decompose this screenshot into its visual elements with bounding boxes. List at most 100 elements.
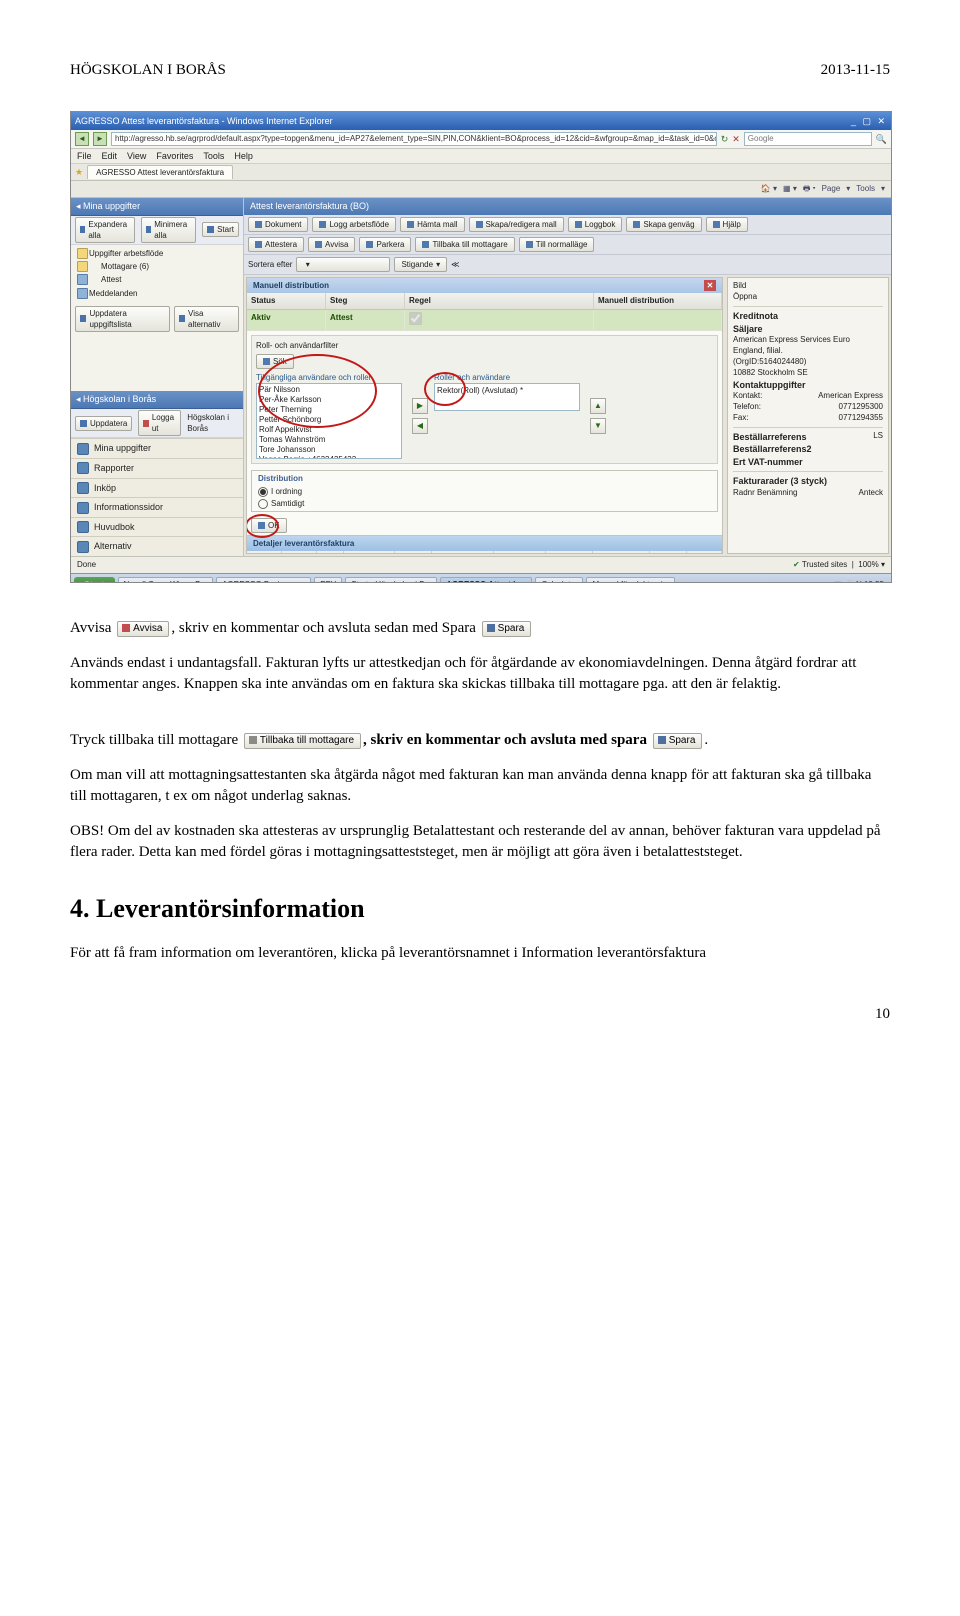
body-paragraph: Om man vill att mottagningsattestanten s…: [70, 765, 890, 807]
radio-ordning[interactable]: [258, 487, 268, 497]
taskbar-item[interactable]: EFH: [314, 577, 342, 583]
tree-item[interactable]: Uppgifter arbetsflöde: [75, 247, 239, 260]
main-area: Attest leverantörsfaktura (BO) Dokument …: [244, 198, 891, 556]
show-options-button[interactable]: Visa alternativ: [174, 306, 239, 332]
taskbar-item[interactable]: Calculator: [535, 577, 583, 583]
open-image-link[interactable]: Öppna: [733, 292, 883, 303]
move-right-icon[interactable]: ▶: [412, 398, 428, 414]
radio-samtidigt[interactable]: [258, 499, 268, 509]
tray-n-icon[interactable]: N: [856, 580, 862, 583]
tb-hamta-mall[interactable]: Hämta mall: [400, 217, 464, 232]
home-icon[interactable]: 🏠 ▾: [761, 183, 777, 194]
tb-normallage[interactable]: Till normalläge: [519, 237, 595, 252]
sidebar-toolbar-tasks: Expandera alla Minimera alla Start: [71, 216, 243, 245]
taskbar-item[interactable]: Start - Högskolan i B...: [345, 577, 437, 583]
kreditnota-label: Kreditnota: [733, 311, 778, 321]
main-header: Attest leverantörsfaktura (BO): [244, 198, 891, 215]
status-zoom[interactable]: 100%: [858, 560, 878, 569]
tb-skapa-mall[interactable]: Skapa/redigera mall: [469, 217, 564, 232]
close-icon[interactable]: ✕: [704, 280, 716, 291]
details-header-row: Mapp Moms VT Status Valuta Valutabelopp …: [247, 551, 722, 554]
feed-icon[interactable]: ▦ ▾: [783, 183, 797, 194]
ok-button[interactable]: OK: [251, 518, 287, 533]
main-toolbar-2: Attestera Avvisa Parkera Tillbaka till m…: [244, 235, 891, 255]
available-users-list[interactable]: Pär Nilsson Per-Åke Karlsson Peter Thern…: [256, 383, 402, 459]
doc-university: HÖGSKOLAN I BORÅS: [70, 60, 226, 81]
tb-avvisa[interactable]: Avvisa: [308, 237, 355, 252]
logout-button[interactable]: Logga ut: [138, 410, 181, 436]
menu-tools[interactable]: Tools: [203, 150, 224, 163]
taskbar-item[interactable]: Novell GroupWise - B...: [118, 577, 214, 583]
menu-edit[interactable]: Edit: [102, 150, 118, 163]
start-button-win[interactable]: Start: [74, 577, 115, 583]
tree-item[interactable]: Meddelanden: [75, 287, 239, 300]
tb-genvag[interactable]: Skapa genväg: [626, 217, 701, 232]
sort-field-select[interactable]: ▾: [296, 257, 390, 272]
stop-icon[interactable]: ✕: [732, 133, 740, 146]
command-bar: 🏠 ▾ ▦ ▾ 🖶 ▾ Page▾ Tools▾: [71, 181, 891, 198]
search-go-icon[interactable]: 🔍: [876, 133, 887, 146]
tools-menu[interactable]: Tools: [856, 183, 875, 194]
favorites-star-icon[interactable]: ★: [75, 166, 83, 179]
tb-attestera[interactable]: Attestera: [248, 237, 304, 252]
refresh-icon[interactable]: ↻: [721, 133, 729, 146]
move-down-icon[interactable]: ▼: [590, 418, 606, 434]
page-menu[interactable]: Page: [822, 183, 841, 194]
tb-parkera[interactable]: Parkera: [359, 237, 411, 252]
window-controls[interactable]: _ ▢ ✕: [851, 115, 887, 128]
body-paragraph: Avvisa Avvisa, skriv en kommentar och av…: [70, 618, 890, 639]
sort-dir-select[interactable]: Stigande ▾: [394, 257, 447, 272]
menu-file[interactable]: File: [77, 150, 92, 163]
update-button[interactable]: Uppdatera: [75, 416, 132, 431]
nav-rapporter[interactable]: Rapporter: [71, 458, 243, 478]
taskbar-item[interactable]: AGRESSO Business ...: [216, 577, 311, 583]
tb-hjalp[interactable]: Hjälp: [706, 217, 748, 232]
tray-icons[interactable]: ◧ 🔊: [834, 580, 856, 583]
nav-alternativ[interactable]: Alternativ: [71, 536, 243, 556]
tree-item[interactable]: Mottagare (6): [75, 260, 239, 273]
inline-spara-button: Spara: [653, 733, 703, 749]
nav-mina-uppgifter[interactable]: Mina uppgifter: [71, 438, 243, 458]
update-tasklist-button[interactable]: Uppdatera uppgiftslista: [75, 306, 170, 332]
filter-search-button[interactable]: Sök: [256, 354, 294, 369]
minimize-all-button[interactable]: Minimera alla: [141, 217, 196, 243]
menu-view[interactable]: View: [127, 150, 146, 163]
windows-taskbar: Start Novell GroupWise - B... AGRESSO Bu…: [71, 573, 891, 583]
nav-inkop[interactable]: Inköp: [71, 478, 243, 498]
menu-favorites[interactable]: Favorites: [156, 150, 193, 163]
selected-users-list[interactable]: Rektor(Roll) (Avslutad) *: [434, 383, 580, 411]
tree-item[interactable]: Attest: [75, 273, 239, 286]
tb-dokument[interactable]: Dokument: [248, 217, 308, 232]
nav-huvudbok[interactable]: Huvudbok: [71, 517, 243, 537]
taskbar-item[interactable]: Manual för elektroni...: [586, 577, 675, 583]
expand-all-button[interactable]: Expandera alla: [75, 217, 135, 243]
url-input[interactable]: http://agresso.hb.se/agrprod/default.asp…: [111, 132, 717, 146]
center-grid-area: Manuell distribution ✕ Status Steg Regel…: [246, 277, 723, 554]
tb-loggbok[interactable]: Loggbok: [568, 217, 623, 232]
inline-tillbaka-button: Tillbaka till mottagare: [244, 733, 361, 749]
tb-tillbaka[interactable]: Tillbaka till mottagare: [415, 237, 514, 252]
grid-row-active[interactable]: Aktiv Attest: [247, 310, 722, 331]
search-input[interactable]: Google: [744, 132, 872, 146]
tb-logg[interactable]: Logg arbetsflöde: [312, 217, 396, 232]
org-label: Högskolan i Borås: [187, 412, 239, 434]
start-button[interactable]: Start: [202, 222, 239, 237]
sort-prevnext[interactable]: ≪: [451, 259, 459, 270]
move-left-icon[interactable]: ◀: [412, 418, 428, 434]
taskbar-item-active[interactable]: AGRESSO Attest le...: [440, 577, 532, 583]
browser-tab[interactable]: AGRESSO Attest leverantörsfaktura: [87, 165, 233, 179]
menu-help[interactable]: Help: [234, 150, 253, 163]
invoice-details: Detaljer leverantörsfaktura Mapp Moms VT…: [247, 535, 722, 554]
list-left-label: Tillgängliga användare och roller: [256, 372, 406, 383]
sort-label: Sortera efter: [248, 259, 292, 270]
body-paragraph: För att få fram information om leverantö…: [70, 943, 890, 964]
tray-time: 13:55: [864, 580, 884, 583]
nav-back-icon[interactable]: ◄: [75, 132, 89, 146]
nav-infosidor[interactable]: Informationssidor: [71, 497, 243, 517]
move-up-icon[interactable]: ▲: [590, 398, 606, 414]
print-icon[interactable]: 🖶 ▾: [803, 183, 816, 194]
nav-fwd-icon[interactable]: ►: [93, 132, 107, 146]
grid-header: Status Steg Regel Manuell distribution: [247, 293, 722, 309]
sidebar-org-toolbar: Uppdatera Logga ut Högskolan i Borås: [71, 409, 243, 438]
task-tree: Uppgifter arbetsflöde Mottagare (6) Atte…: [71, 245, 243, 302]
